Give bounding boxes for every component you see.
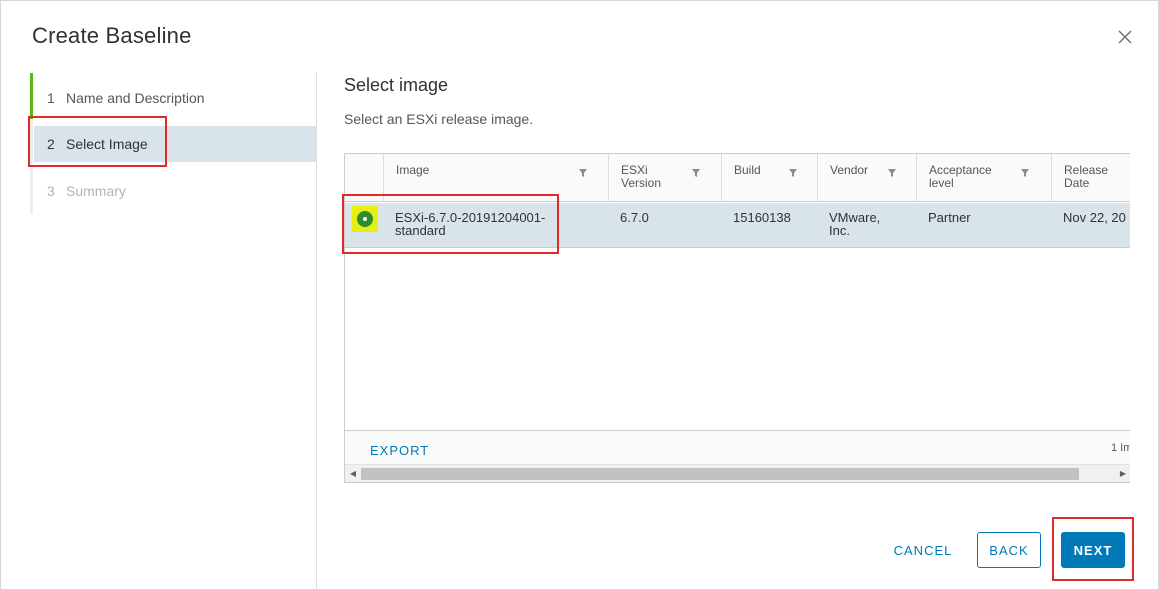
filter-icon[interactable]	[788, 168, 798, 178]
image-datagrid: Image ESXi Version Build Vendor Acceptan…	[344, 153, 1130, 483]
step-number: 1	[47, 90, 55, 106]
step-label: Select Image	[66, 136, 148, 152]
radio-selected-icon	[357, 211, 373, 227]
content-description: Select an ESXi release image.	[344, 111, 534, 127]
create-baseline-dialog: Create Baseline 1 Name and Description 2…	[0, 0, 1159, 590]
cell-acceptance-level: Partner	[928, 210, 971, 225]
column-header-vendor[interactable]: Vendor	[817, 154, 916, 202]
column-label-line2: level	[929, 176, 954, 190]
column-header-acceptance-level[interactable]: Acceptance level	[916, 154, 1051, 202]
filter-icon[interactable]	[1020, 168, 1030, 178]
select-column-header	[345, 154, 383, 202]
step-summary: 3 Summary	[34, 173, 316, 209]
back-button[interactable]: BACK	[977, 532, 1041, 568]
step-progress-indicator	[30, 73, 33, 119]
scroll-left-icon[interactable]: ◀	[347, 468, 359, 480]
filter-icon[interactable]	[887, 168, 897, 178]
datagrid-footer: EXPORT 1 Im	[345, 430, 1130, 464]
horizontal-scrollbar[interactable]: ◀ ▶	[345, 464, 1130, 482]
cell-build: 15160138	[733, 210, 791, 225]
cell-vendor: VMware, Inc.	[829, 211, 880, 237]
column-header-build[interactable]: Build	[721, 154, 817, 202]
table-row[interactable]: ESXi-6.7.0-20191204001- standard 6.7.0 1…	[345, 203, 1130, 248]
cell-esxi-version: 6.7.0	[620, 210, 649, 225]
datagrid-header: Image ESXi Version Build Vendor Acceptan…	[345, 154, 1130, 202]
close-icon[interactable]	[1115, 27, 1135, 47]
column-label: Image	[396, 163, 430, 177]
cell-vendor-line2: Inc.	[829, 223, 850, 238]
dialog-title: Create Baseline	[32, 23, 192, 48]
step-name-and-description[interactable]: 1 Name and Description	[34, 80, 316, 116]
cell-image: ESXi-6.7.0-20191204001- standard	[395, 211, 545, 237]
cancel-button[interactable]: CANCEL	[883, 532, 963, 568]
step-number: 2	[47, 136, 55, 152]
item-count: 1 Im	[1111, 442, 1130, 454]
step-select-image[interactable]: 2 Select Image	[34, 126, 316, 162]
column-header-release-date[interactable]: Release Date	[1051, 154, 1130, 202]
cell-image-line2: standard	[395, 223, 446, 238]
step-label: Summary	[66, 183, 126, 199]
wizard-stepper: 1 Name and Description 2 Select Image 3 …	[1, 73, 317, 590]
scroll-right-icon[interactable]: ▶	[1117, 468, 1129, 480]
scrollbar-thumb[interactable]	[361, 468, 1079, 480]
column-header-esxi-version[interactable]: ESXi Version	[608, 154, 721, 202]
column-header-image[interactable]: Image	[383, 154, 608, 202]
column-label-line2: Date	[1064, 176, 1090, 190]
step-number: 3	[47, 183, 55, 199]
filter-icon[interactable]	[578, 168, 588, 178]
export-button[interactable]: EXPORT	[370, 443, 429, 458]
row-select-radio[interactable]	[352, 206, 378, 232]
content-title: Select image	[344, 75, 449, 95]
cell-release-date: Nov 22, 20	[1063, 210, 1126, 225]
filter-icon[interactable]	[691, 168, 701, 178]
next-button[interactable]: NEXT	[1061, 532, 1125, 568]
column-label-line2: Version	[621, 176, 662, 190]
step-label: Name and Description	[66, 90, 205, 106]
